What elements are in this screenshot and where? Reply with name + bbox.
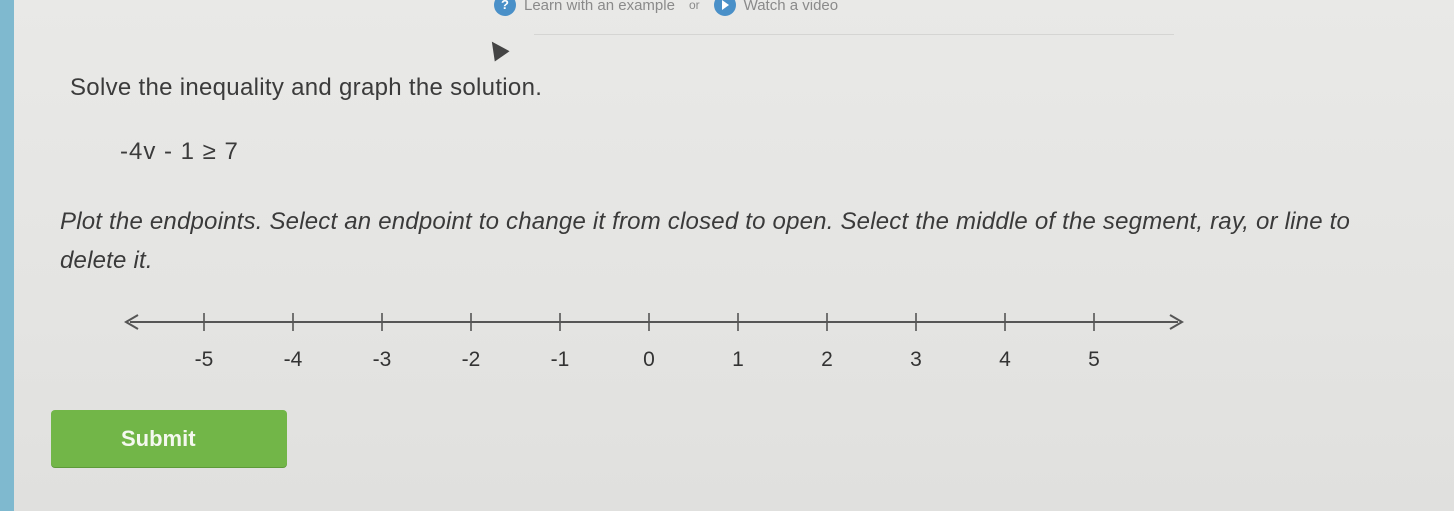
lightbulb-icon: ? <box>494 0 516 16</box>
tick-label: -5 <box>195 348 214 371</box>
number-line-axis[interactable] <box>124 314 1184 330</box>
tick-label: 1 <box>732 348 744 371</box>
tick-label: -3 <box>373 348 392 371</box>
tick-label: 0 <box>643 348 655 371</box>
tick-label: 5 <box>1088 348 1100 371</box>
mouse-cursor-icon <box>484 36 510 62</box>
graph-directions: Plot the endpoints. Select an endpoint t… <box>60 208 1351 274</box>
submit-button[interactable]: Submit <box>51 410 287 467</box>
tick-label: -1 <box>551 348 570 371</box>
tick-label: 4 <box>999 348 1011 371</box>
watch-video-label: Watch a video <box>743 0 839 14</box>
learn-example-link[interactable]: ? Learn with an example <box>494 0 675 16</box>
submit-label: Submit <box>121 425 196 451</box>
tick-label: 2 <box>821 348 833 371</box>
left-edge-strip <box>0 0 14 511</box>
help-bar: ? Learn with an example or Watch a video <box>494 0 838 16</box>
watch-video-link[interactable]: Watch a video <box>713 0 839 16</box>
inequality-expression: -4v - 1 ≥ 7 <box>120 138 239 165</box>
tick-label: 3 <box>910 348 922 371</box>
or-separator: or <box>688 0 700 12</box>
number-line-labels: -5 -4 -3 -2 -1 0 1 2 3 4 5 <box>195 348 1100 371</box>
problem-page: ? Learn with an example or Watch a video… <box>14 0 1454 511</box>
number-line[interactable]: -5 -4 -3 -2 -1 0 1 2 3 4 5 <box>114 300 1194 380</box>
tick-label: -4 <box>284 348 303 371</box>
tick-label: -2 <box>462 348 481 371</box>
header-divider <box>534 34 1174 35</box>
learn-example-label: Learn with an example <box>524 0 675 14</box>
problem-instruction: Solve the inequality and graph the solut… <box>70 74 543 101</box>
play-icon <box>713 0 736 16</box>
